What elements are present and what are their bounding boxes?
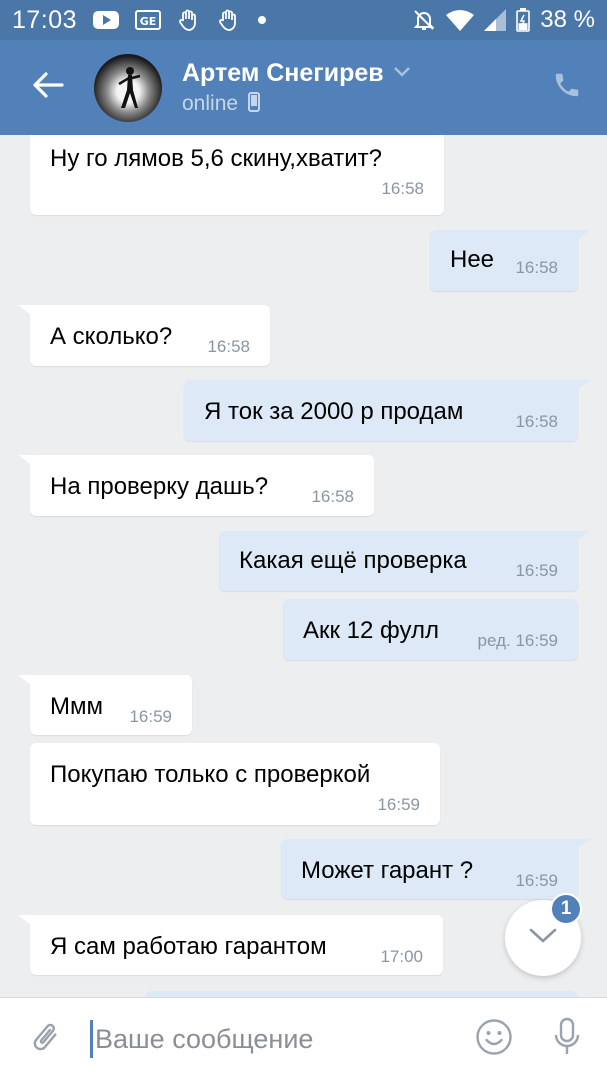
message-time: 16:58 bbox=[207, 337, 250, 356]
paperclip-icon bbox=[28, 1018, 62, 1061]
message-incoming[interactable]: Ну го лямов 5,6 скину,хватит? 16:58 bbox=[30, 135, 444, 215]
ge-icon: GE bbox=[135, 10, 162, 30]
youtube-icon bbox=[93, 10, 120, 30]
avatar[interactable] bbox=[94, 53, 162, 122]
message-text: Ммм bbox=[50, 693, 103, 720]
status-bar: 17:03 GE 38 % bbox=[0, 0, 607, 40]
peer-name: Артем Снегирев bbox=[182, 58, 384, 87]
message-text: Акк 12 фулл bbox=[303, 617, 439, 644]
message-outgoing[interactable]: Я ток за 2000 р продам 16:58 bbox=[184, 380, 590, 441]
message-time: 16:58 bbox=[311, 487, 354, 506]
message-text: На проверку дашь? bbox=[50, 473, 269, 500]
chevron-down-icon bbox=[529, 928, 557, 949]
message-text: А сколько? bbox=[50, 323, 173, 350]
message-incoming[interactable]: Я сам работаю гарантом 17:00 bbox=[18, 915, 443, 975]
unread-badge: 1 bbox=[550, 893, 582, 925]
svg-text:GE: GE bbox=[140, 15, 157, 28]
message-incoming[interactable]: На проверку дашь? 16:58 bbox=[18, 455, 374, 516]
dot-icon bbox=[257, 15, 267, 25]
status-time: 17:03 bbox=[12, 5, 78, 34]
message-time: 16:59 bbox=[377, 795, 420, 814]
message-time: 16:59 bbox=[129, 707, 172, 726]
back-arrow-icon bbox=[32, 71, 64, 104]
voice-message-button[interactable] bbox=[527, 998, 607, 1080]
mute-bell-icon bbox=[412, 8, 436, 32]
message-text: Ну го лямов 5,6 скину,хватит? bbox=[50, 145, 383, 172]
call-button[interactable] bbox=[527, 40, 607, 135]
signal-icon bbox=[484, 9, 507, 31]
mobile-icon bbox=[248, 91, 261, 117]
message-incoming[interactable]: А сколько? 16:58 bbox=[18, 305, 270, 366]
message-outgoing[interactable]: Акк 12 фулл ред. 16:59 bbox=[283, 599, 578, 660]
message-time: 16:58 bbox=[381, 179, 424, 198]
message-incoming[interactable]: Покупаю только с проверкой 16:59 bbox=[30, 743, 440, 825]
message-text: Какая ещё проверка bbox=[239, 547, 467, 574]
emoji-button[interactable] bbox=[461, 998, 527, 1080]
message-input[interactable] bbox=[95, 1023, 435, 1055]
message-text: Покупаю только с проверкой bbox=[50, 761, 371, 788]
battery-percent: 38 % bbox=[540, 6, 595, 33]
phone-icon bbox=[552, 70, 582, 105]
message-time: 16:58 bbox=[515, 258, 558, 277]
text-caret bbox=[90, 1020, 93, 1058]
message-list[interactable]: Ну го лямов 5,6 скину,хватит? 16:58 Нее … bbox=[0, 135, 607, 997]
message-time: 16:58 bbox=[515, 412, 558, 431]
hand-icon bbox=[217, 8, 241, 32]
message-time: 17:00 bbox=[380, 947, 423, 966]
message-time: ред. 16:59 bbox=[477, 631, 558, 650]
message-text: Может гарант ? bbox=[301, 857, 474, 884]
peer-status: online bbox=[182, 92, 239, 115]
message-text: Нее bbox=[450, 246, 495, 273]
wifi-icon bbox=[446, 9, 475, 31]
peer-info[interactable]: Артем Снегирев online bbox=[182, 59, 410, 117]
microphone-icon bbox=[552, 1017, 582, 1062]
hand-icon bbox=[177, 8, 201, 32]
message-time: 16:59 bbox=[515, 871, 558, 890]
chevron-down-icon bbox=[393, 64, 410, 82]
message-time: 16:59 bbox=[515, 561, 558, 580]
message-text: Я сам работаю гарантом bbox=[50, 933, 327, 960]
message-incoming[interactable]: Ммм 16:59 bbox=[18, 675, 192, 735]
message-text: Я ток за 2000 р продам bbox=[204, 398, 464, 425]
message-outgoing[interactable]: Нее 16:58 bbox=[430, 230, 590, 291]
chat-header: Артем Снегирев online bbox=[0, 40, 607, 135]
composer bbox=[0, 997, 607, 1080]
message-outgoing[interactable]: Какая ещё проверка 16:59 bbox=[219, 531, 590, 591]
attach-button[interactable] bbox=[0, 998, 90, 1080]
back-button[interactable] bbox=[0, 40, 96, 135]
smile-icon bbox=[475, 1018, 513, 1061]
message-outgoing[interactable]: Может гарант ? 16:59 bbox=[281, 839, 590, 899]
battery-icon bbox=[516, 8, 531, 32]
